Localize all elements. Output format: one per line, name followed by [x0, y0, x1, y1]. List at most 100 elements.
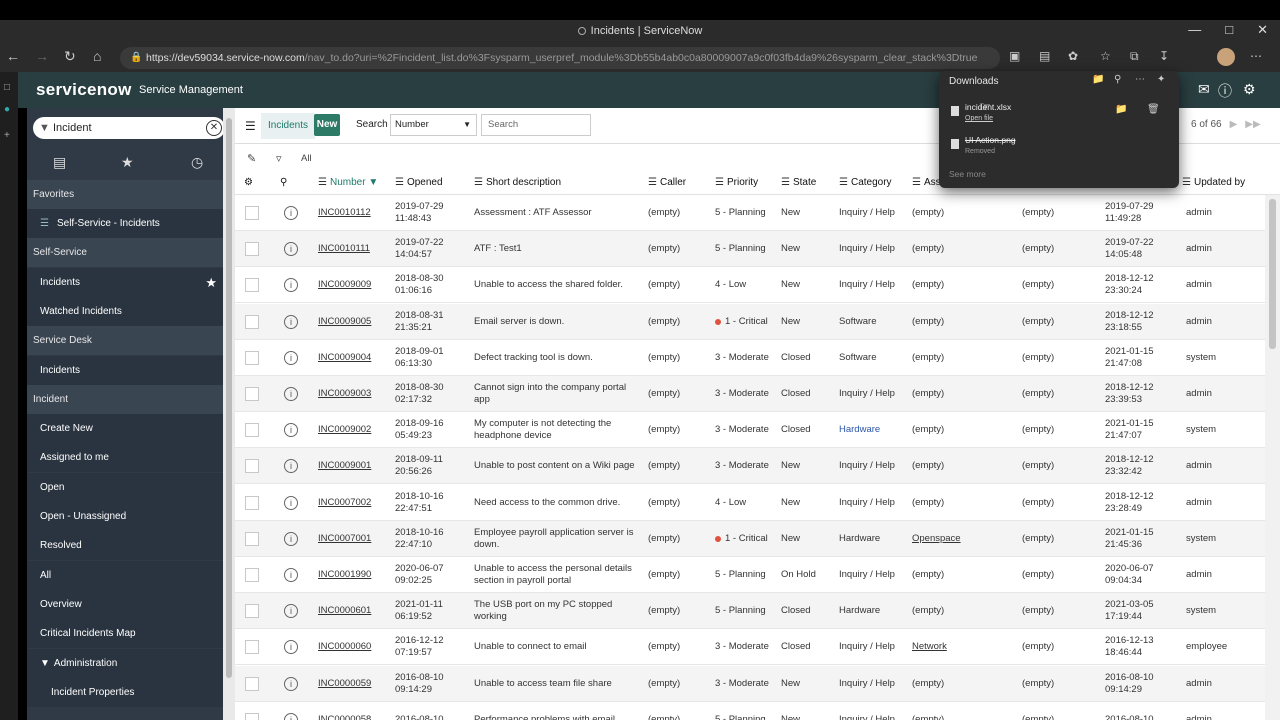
home-icon[interactable]: ⌂ [93, 48, 101, 64]
breadcrumb-all[interactable]: All [301, 153, 312, 164]
table-row[interactable]: i INC0009003 2018-08-30 02:17:32 Cannot sign… [235, 376, 1265, 412]
all-apps-tab-icon[interactable]: ▤ [53, 154, 66, 171]
column-header-state[interactable]: ☰ State [781, 171, 816, 195]
row-checkbox[interactable] [245, 531, 259, 546]
puzzle-icon[interactable]: ✿ [1068, 49, 1078, 63]
list-title[interactable]: Incidents [261, 113, 316, 139]
history-tab-icon[interactable]: ◷ [191, 154, 203, 171]
preview-info-icon[interactable]: i [284, 531, 298, 546]
maximize-icon[interactable]: □ [1225, 22, 1233, 38]
table-row[interactable]: i INC0009001 2018-09-11 20:56:26 Unable to p… [235, 448, 1265, 485]
column-header-priority[interactable]: ☰ Priority [715, 171, 758, 195]
row-checkbox[interactable] [245, 640, 259, 655]
column-menu-icon[interactable]: ☰ [715, 177, 724, 188]
cell-number[interactable]: INC0007001 [318, 521, 393, 557]
row-checkbox[interactable] [245, 314, 259, 329]
chat-icon[interactable]: ✉ [1198, 81, 1210, 98]
cell-number[interactable]: INC0000059 [318, 666, 393, 702]
cell-number[interactable]: INC0009001 [318, 448, 393, 484]
column-header-opened[interactable]: ☰ Opened [395, 171, 443, 195]
preview-info-icon[interactable]: i [284, 423, 298, 438]
preview-info-icon[interactable]: i [284, 314, 298, 329]
filter-icon[interactable]: ▿ [276, 152, 282, 165]
reader-icon[interactable]: ▤ [1039, 49, 1050, 63]
cell-number[interactable]: INC0010112 [318, 195, 393, 231]
cell-assignment[interactable]: Network [912, 629, 1012, 665]
table-row[interactable]: i INC0009005 2018-08-31 21:35:21 Email serve… [235, 303, 1265, 340]
cell-number[interactable]: INC0001990 [318, 557, 393, 593]
clear-filter-icon[interactable]: ✕ [206, 120, 222, 136]
back-icon[interactable]: ← [6, 48, 20, 64]
table-row[interactable]: i INC0009004 2018-09-01 06:13:30 Defect trac… [235, 340, 1265, 376]
new-button[interactable]: New [314, 114, 340, 136]
address-bar[interactable]: 🔒 https://dev59034.service-now.com/nav_to… [120, 47, 1000, 69]
cell-assignment[interactable]: Openspace [912, 521, 1012, 557]
row-checkbox[interactable] [245, 278, 259, 293]
forward-icon[interactable]: → [35, 48, 49, 64]
table-row[interactable]: i INC0007001 2018-10-16 22:47:10 Employee pa… [235, 520, 1265, 557]
column-menu-icon[interactable]: ☰ [1182, 177, 1191, 188]
open-file-link[interactable]: Open file [965, 115, 993, 122]
cell-number[interactable]: INC0007002 [318, 485, 393, 521]
nav-item-incidents-service-desk[interactable]: Incidents [27, 356, 223, 385]
list-scroll-thumb[interactable] [1269, 199, 1276, 349]
nav-item-self-service-incidents[interactable]: ☰ Self-Service - Incidents [27, 209, 223, 238]
preview-info-icon[interactable]: i [284, 459, 298, 474]
sidebar-scrollbar[interactable] [223, 108, 235, 720]
cell-number[interactable]: INC0010111 [318, 231, 393, 267]
cell-number[interactable]: INC0009002 [318, 412, 393, 448]
column-menu-icon[interactable]: ☰ [839, 177, 848, 188]
row-checkbox[interactable] [245, 459, 259, 474]
nav-item-create-new[interactable]: Create New [27, 414, 223, 443]
personalize-gear-icon[interactable]: ⚙ [244, 171, 253, 195]
column-menu-icon[interactable]: ☰ [474, 177, 483, 188]
nav-item-incidents-self-service[interactable]: Incidents ★ [27, 268, 223, 297]
row-checkbox[interactable] [245, 568, 259, 582]
table-row[interactable]: i INC0000060 2016-12-12 07:19:57 Unable to c… [235, 629, 1265, 666]
column-menu-icon[interactable]: ☰ [912, 177, 921, 188]
table-row[interactable]: i INC0010112 2019-07-29 11:48:43 Assessment … [235, 195, 1265, 231]
row-checkbox[interactable] [245, 350, 259, 365]
nav-section-incident[interactable]: Incident [27, 385, 223, 414]
help-icon[interactable]: ⓘ [1218, 81, 1232, 101]
nav-section-service-desk[interactable]: Service Desk [27, 326, 223, 355]
downloads-icon[interactable]: ↧ [1159, 49, 1169, 63]
preview-info-icon[interactable]: i [284, 350, 298, 365]
column-header-short-description[interactable]: ☰ Short description [474, 171, 561, 195]
list-menu-icon[interactable]: ☰ [245, 119, 256, 133]
row-checkbox[interactable] [245, 242, 259, 257]
sidebar-scroll-thumb[interactable] [226, 118, 232, 678]
search-field-select[interactable]: Number ▼ [390, 114, 477, 136]
see-more-link[interactable]: See more [949, 169, 986, 179]
open-folder-icon[interactable]: 📁 [1092, 74, 1104, 85]
preview-info-icon[interactable]: i [284, 495, 298, 510]
row-checkbox[interactable] [245, 604, 259, 619]
reload-icon[interactable]: ↻ [64, 48, 76, 65]
nav-item-incident-properties[interactable]: Incident Properties [27, 678, 223, 707]
nav-item-watched-incidents[interactable]: Watched Incidents [27, 297, 223, 326]
cell-number[interactable]: INC0009009 [318, 267, 393, 303]
preview-info-icon[interactable]: i [284, 206, 298, 220]
table-row[interactable]: i INC0000058 2016-08-10 Performance problem… [235, 702, 1265, 720]
expand-triangle-icon[interactable]: ▼ [40, 658, 50, 669]
tabs-icon[interactable]: □ [4, 82, 10, 93]
preview-info-icon[interactable]: i [284, 640, 298, 655]
nav-item-overview[interactable]: Overview [27, 590, 223, 619]
table-row[interactable]: i INC0007002 2018-10-16 22:47:51 Need access… [235, 485, 1265, 521]
cell-number[interactable]: INC0009003 [318, 376, 393, 412]
table-row[interactable]: i INC0000601 2021-01-11 06:19:52 The USB por… [235, 593, 1265, 630]
column-header-updated-by[interactable]: ☰ Updated by [1182, 171, 1245, 195]
cell-number[interactable]: INC0009004 [318, 340, 393, 376]
row-checkbox[interactable] [245, 423, 259, 438]
tab-favicon-icon[interactable]: ● [4, 104, 10, 115]
delete-icon[interactable]: 🗑 [1147, 104, 1160, 115]
conversation-icon[interactable]: ✎ [247, 152, 256, 165]
table-row[interactable]: i INC0001990 2020-06-07 09:02:25 Unable to a… [235, 557, 1265, 593]
preview-info-icon[interactable]: i [284, 387, 298, 401]
nav-item-open[interactable]: Open [27, 473, 223, 502]
cell-number[interactable]: INC0009005 [318, 304, 393, 340]
cell-number[interactable]: INC0000058 [318, 702, 393, 720]
more-menu-icon[interactable]: ⋯ [1250, 49, 1262, 63]
favorites-tab-icon[interactable]: ★ [121, 154, 134, 171]
pin-icon[interactable]: ✦ [1157, 74, 1165, 85]
